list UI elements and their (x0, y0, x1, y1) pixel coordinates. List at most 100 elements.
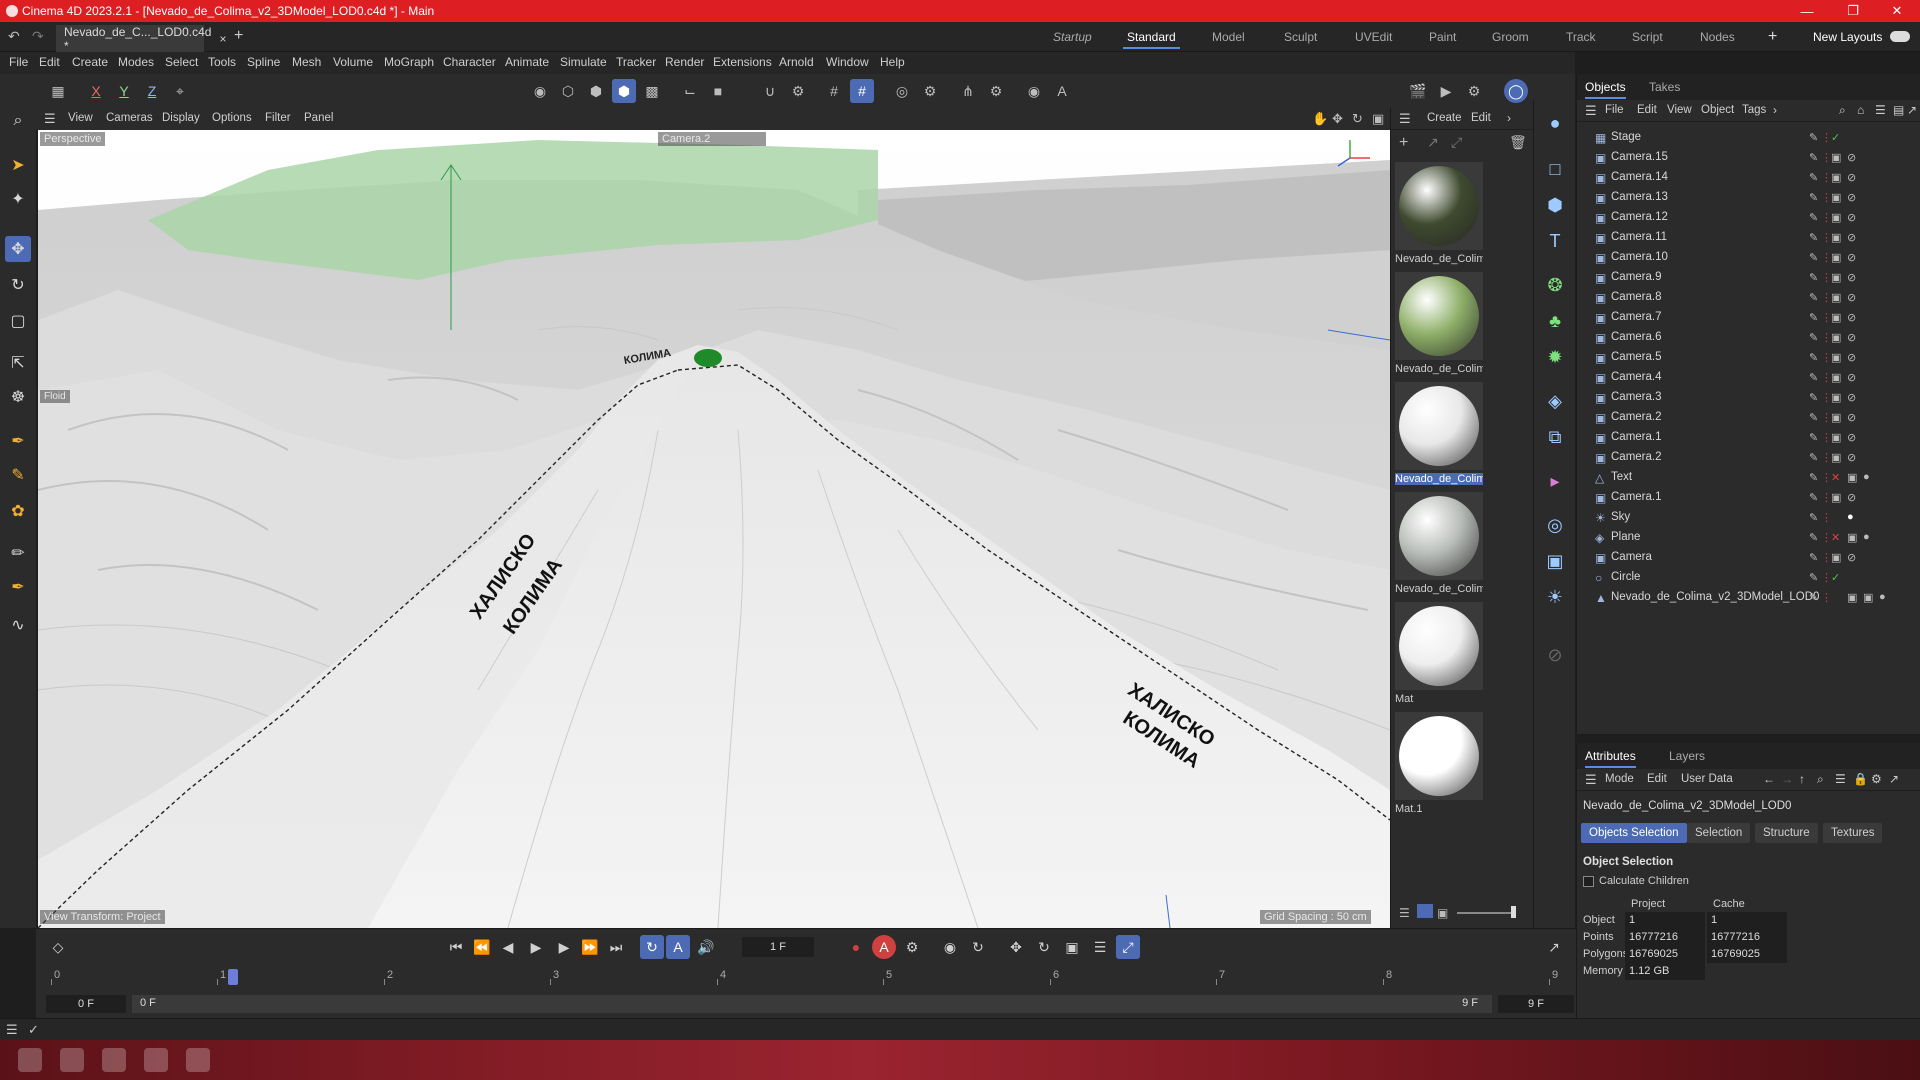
viewport-menu-view[interactable]: View (68, 112, 93, 124)
end-frame-field[interactable]: 9 F (1498, 995, 1574, 1013)
knife-icon[interactable]: ✒ (5, 574, 31, 600)
next-frame-icon[interactable]: ▶ (552, 935, 576, 959)
menu-select[interactable]: Select (165, 55, 198, 69)
light-tool-icon[interactable]: ☀ (1540, 582, 1570, 612)
menu-tracker[interactable]: Tracker (616, 55, 656, 69)
render-view-icon[interactable]: ◎ (890, 79, 914, 103)
object-row[interactable]: △ Text ✎ ⋮ ✕ ▣ ● (1577, 468, 1920, 488)
material-tag-icon[interactable]: ● (1847, 511, 1854, 523)
protection-tag-icon[interactable]: ▣ (1831, 251, 1841, 264)
attribute-menu-edit[interactable]: Edit (1647, 773, 1667, 785)
object-row[interactable]: ▣ Camera.7 ✎ ⋮ ▣ ⊘ (1577, 308, 1920, 328)
sound-icon[interactable]: 🔊 (694, 935, 718, 959)
visibility-icon[interactable]: ✎ (1809, 511, 1818, 524)
enabled-check-icon[interactable]: ✓ (1831, 571, 1840, 584)
object-row[interactable]: ▲ Nevado_de_Colima_v2_3DModel_LOD0 ✎ ⋮ ▣ ▣ ● (1577, 588, 1920, 608)
attribute-menu-mode[interactable]: Mode (1605, 773, 1634, 785)
object-row[interactable]: ▣ Camera.12 ✎ ⋮ ▣ ⊘ (1577, 208, 1920, 228)
layout-startup[interactable]: Startup (1053, 22, 1092, 52)
menu-render[interactable]: Render (665, 55, 704, 69)
spline-sketch-icon[interactable]: ✎ (5, 462, 31, 488)
scale-tool-icon[interactable]: ▢ (5, 308, 31, 334)
layout-track[interactable]: Track (1566, 22, 1596, 52)
snap-settings-icon[interactable]: ⚙ (786, 79, 810, 103)
axis-mode-icon[interactable]: ⌙ (678, 79, 702, 103)
texture-tag-icon[interactable]: ▣ (1847, 591, 1857, 604)
viewport-rotate-icon[interactable]: ↻ (1352, 111, 1363, 127)
material-menu-more-icon[interactable]: › (1507, 111, 1511, 125)
object-menu-view[interactable]: View (1667, 104, 1692, 116)
visibility-icon[interactable]: ✎ (1809, 411, 1818, 424)
record-scale-icon[interactable]: ✥ (1004, 935, 1028, 959)
visibility-icon[interactable]: ✎ (1809, 271, 1818, 284)
material-item[interactable]: Nevado_de_Colim (1395, 382, 1483, 490)
subtab-objects-selection[interactable]: Objects Selection (1581, 823, 1687, 843)
protection-tag-icon[interactable]: ▣ (1831, 291, 1841, 304)
viewport-menu-display[interactable]: Display (162, 112, 200, 124)
attribute-menu-user-data[interactable]: User Data (1681, 773, 1733, 785)
symmetry-settings-icon[interactable]: ⚙ (984, 79, 1008, 103)
visibility-icon[interactable]: ✎ (1809, 211, 1818, 224)
restore-icon[interactable]: ❐ (1830, 0, 1876, 22)
viewport-menu-cameras[interactable]: Cameras (106, 112, 153, 124)
visibility-icon[interactable]: ✎ (1809, 431, 1818, 444)
object-row[interactable]: ▣ Camera.2 ✎ ⋮ ▣ ⊘ (1577, 448, 1920, 468)
perspective-viewport[interactable]: ХАЛИСКО КОЛИМА ХАЛИСКО КОЛИМА КОЛИМА Per… (38, 130, 1390, 928)
attribute-newwindow-icon[interactable]: ↗ (1889, 772, 1899, 786)
material-menu-create[interactable]: Create (1427, 112, 1462, 124)
record-rotation-icon[interactable]: ↻ (966, 935, 990, 959)
edges-mode-icon[interactable]: ⬡ (556, 79, 580, 103)
object-row[interactable]: ▣ Camera.11 ✎ ⋮ ▣ ⊘ (1577, 228, 1920, 248)
range-slider[interactable]: 0 F 9 F (132, 995, 1492, 1013)
menu-extensions[interactable]: Extensions (713, 55, 772, 69)
taskbar-app-icon[interactable] (186, 1048, 210, 1072)
no-render-tag-icon[interactable]: ⊘ (1847, 311, 1856, 324)
visibility-icon[interactable]: ✎ (1809, 311, 1818, 324)
subtab-structure[interactable]: Structure (1755, 823, 1818, 843)
time-ruler[interactable]: 0 1 2 3 4 5 6 7 8 9 (50, 969, 1562, 987)
tweak-tool-icon[interactable]: ☸ (5, 384, 31, 410)
object-row[interactable]: ▣ Camera ✎ ⋮ ▣ ⊘ (1577, 548, 1920, 568)
calculate-children-checkbox[interactable] (1583, 876, 1594, 887)
object-row[interactable]: ▣ Camera.1 ✎ ⋮ ▣ ⊘ (1577, 488, 1920, 508)
layout-model[interactable]: Model (1212, 22, 1245, 52)
new-layouts-toggle[interactable] (1890, 31, 1910, 42)
taskbar-app-icon[interactable] (18, 1048, 42, 1072)
attribute-back-icon[interactable]: ← (1763, 772, 1775, 786)
scene-camera-icon[interactable]: ▣ (1540, 546, 1570, 576)
no-render-tag-icon[interactable]: ⊘ (1847, 211, 1856, 224)
visibility-icon[interactable]: ✎ (1809, 291, 1818, 304)
object-menu-edit[interactable]: Edit (1637, 104, 1657, 116)
texture-tag-icon[interactable]: ▣ (1847, 531, 1857, 544)
cube-icon[interactable]: □ (1540, 154, 1570, 184)
object-row[interactable]: ▣ Camera.5 ✎ ⋮ ▣ ⊘ (1577, 348, 1920, 368)
status-menu-icon[interactable]: ☰ (6, 1022, 18, 1038)
minimize-icon[interactable]: — (1784, 0, 1830, 22)
layout-paint[interactable]: Paint (1429, 22, 1456, 52)
attribute-up-icon[interactable]: ↑ (1799, 772, 1805, 786)
material-hamburger-icon[interactable]: ☰ (1399, 111, 1411, 127)
current-frame-field[interactable]: 1 F (742, 937, 814, 957)
protection-tag-icon[interactable]: ▣ (1831, 171, 1841, 184)
object-menu-more-icon[interactable]: › (1773, 103, 1777, 117)
visibility-icon[interactable]: ✎ (1809, 191, 1818, 204)
solo-icon[interactable]: ■ (706, 79, 730, 103)
menu-spline[interactable]: Spline (247, 55, 280, 69)
no-render-tag-icon[interactable]: ⊘ (1847, 331, 1856, 344)
protection-tag-icon[interactable]: ▣ (1831, 411, 1841, 424)
no-render-tag-icon[interactable]: ⊘ (1847, 191, 1856, 204)
no-render-tag-icon[interactable]: ⊘ (1847, 231, 1856, 244)
object-row[interactable]: ▣ Camera.13 ✎ ⋮ ▣ ⊘ (1577, 188, 1920, 208)
search-icon[interactable]: ⌕ (5, 108, 31, 134)
start-frame-field[interactable]: 0 F (46, 995, 126, 1013)
transform-tool-icon[interactable]: ⇱ (5, 350, 31, 376)
record-icon[interactable]: ● (844, 935, 868, 959)
model-mode-icon[interactable]: ▦ (46, 79, 70, 103)
no-render-tag-icon[interactable]: ⊘ (1847, 171, 1856, 184)
object-newwindow-icon[interactable]: ↗ (1907, 103, 1917, 117)
render-active-view-icon[interactable]: ▶ (1434, 79, 1458, 103)
text-tool-icon[interactable]: T (1540, 226, 1570, 256)
grid-snap-icon[interactable]: # (822, 79, 846, 103)
material-item[interactable]: Nevado_de_Colim (1395, 162, 1483, 270)
material-tag-icon[interactable]: ● (1863, 471, 1870, 483)
